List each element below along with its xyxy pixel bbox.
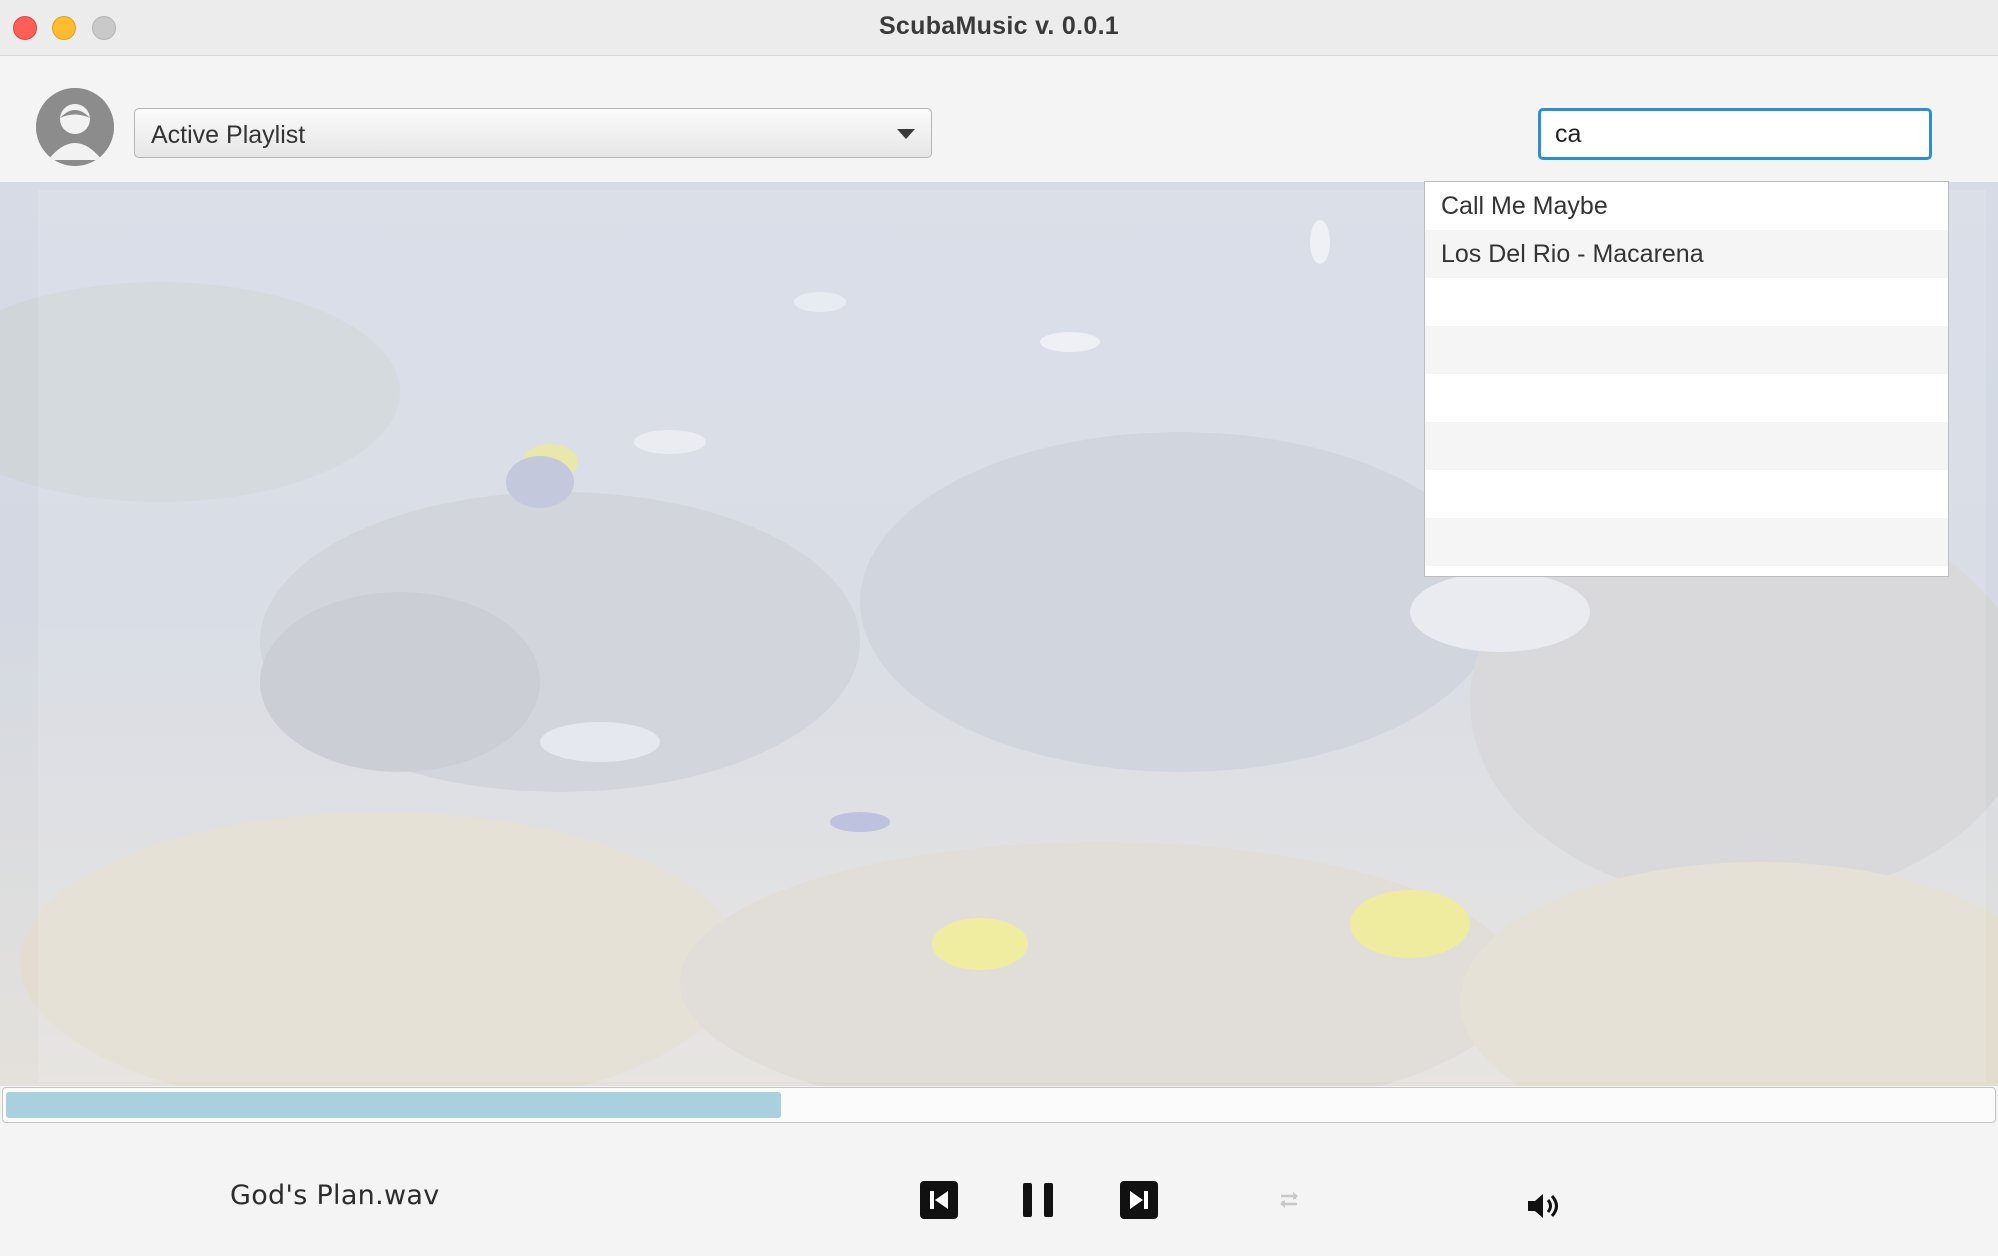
title-bar: ScubaMusic v. 0.0.1 (0, 0, 1998, 56)
repeat-icon[interactable] (1275, 1186, 1303, 1214)
toolbar: Active Playlist (0, 56, 1998, 182)
list-item (1425, 422, 1948, 470)
list-item (1425, 470, 1948, 518)
chevron-down-icon (897, 129, 915, 139)
playback-progress-bar[interactable] (2, 1087, 1996, 1123)
window-title: ScubaMusic v. 0.0.1 (878, 12, 1120, 40)
pause-icon[interactable] (1017, 1179, 1059, 1221)
now-playing-label: God's Plan.wav (230, 1180, 440, 1211)
player-controls: God's Plan.wav (0, 1124, 1998, 1256)
playback-progress-fill (6, 1092, 781, 1118)
skip-previous-icon[interactable] (918, 1179, 960, 1221)
list-item (1425, 518, 1948, 566)
list-item (1425, 278, 1948, 326)
volume-icon[interactable] (1524, 1186, 1564, 1226)
list-item[interactable]: Call Me Maybe (1425, 182, 1948, 230)
user-avatar-icon[interactable] (36, 88, 114, 166)
list-item[interactable]: Los Del Rio - Macarena (1425, 230, 1948, 278)
skip-next-icon[interactable] (1118, 1179, 1160, 1221)
search-input[interactable] (1538, 108, 1932, 160)
search-results-list[interactable]: Call Me Maybe Los Del Rio - Macarena (1424, 181, 1949, 577)
list-item (1425, 374, 1948, 422)
list-item (1425, 326, 1948, 374)
playlist-dropdown[interactable]: Active Playlist (134, 108, 932, 158)
playlist-dropdown-value: Active Playlist (151, 121, 306, 149)
